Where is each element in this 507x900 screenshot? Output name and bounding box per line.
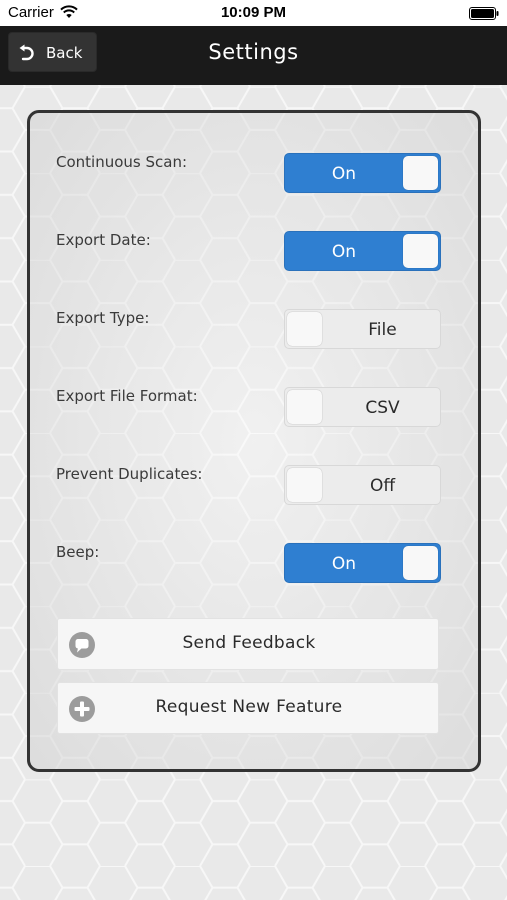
- status-time: 10:09 PM: [220, 4, 287, 21]
- setting-export-file-format: Export File Format: CSV: [30, 387, 478, 437]
- setting-label: Export Type:: [56, 309, 150, 327]
- setting-beep: Beep: On: [30, 543, 478, 593]
- send-feedback-button[interactable]: Send Feedback: [57, 618, 439, 670]
- export-date-toggle[interactable]: On: [284, 231, 441, 271]
- setting-label: Beep:: [56, 543, 100, 561]
- prevent-duplicates-toggle[interactable]: Off: [284, 465, 441, 505]
- request-new-feature-button[interactable]: Request New Feature: [57, 682, 439, 734]
- page-title: Settings: [208, 40, 299, 64]
- toggle-value: Off: [369, 476, 396, 496]
- setting-label: Export Date:: [56, 231, 151, 249]
- beep-toggle[interactable]: On: [284, 543, 441, 583]
- toggle-knob: [287, 390, 322, 424]
- toggle-value: On: [331, 554, 357, 574]
- status-bar: Carrier 10:09 PM: [0, 0, 507, 26]
- toggle-knob: [403, 156, 438, 190]
- toggle-value: On: [331, 164, 357, 184]
- toggle-knob: [403, 234, 438, 268]
- send-feedback-label: Send Feedback: [182, 633, 316, 653]
- toggle-value: File: [368, 320, 397, 340]
- setting-export-type: Export Type: File: [30, 309, 478, 359]
- settings-panel: Continuous Scan: On Export Date: On Expo…: [27, 110, 481, 772]
- setting-label: Continuous Scan:: [56, 153, 188, 171]
- continuous-scan-toggle[interactable]: On: [284, 153, 441, 193]
- toggle-value: On: [331, 242, 357, 262]
- export-file-format-toggle[interactable]: CSV: [284, 387, 441, 427]
- setting-export-date: Export Date: On: [30, 231, 478, 281]
- navigation-bar: Back Settings: [0, 26, 507, 85]
- toggle-knob: [287, 468, 322, 502]
- setting-label: Export File Format:: [56, 387, 198, 405]
- setting-prevent-duplicates: Prevent Duplicates: Off: [30, 465, 478, 515]
- setting-label: Prevent Duplicates:: [56, 465, 203, 483]
- export-type-toggle[interactable]: File: [284, 309, 441, 349]
- toggle-knob: [287, 312, 322, 346]
- toggle-value: CSV: [365, 398, 400, 418]
- battery-icon: [469, 7, 499, 20]
- setting-continuous-scan: Continuous Scan: On: [30, 153, 478, 203]
- request-new-feature-label: Request New Feature: [155, 697, 343, 717]
- toggle-knob: [403, 546, 438, 580]
